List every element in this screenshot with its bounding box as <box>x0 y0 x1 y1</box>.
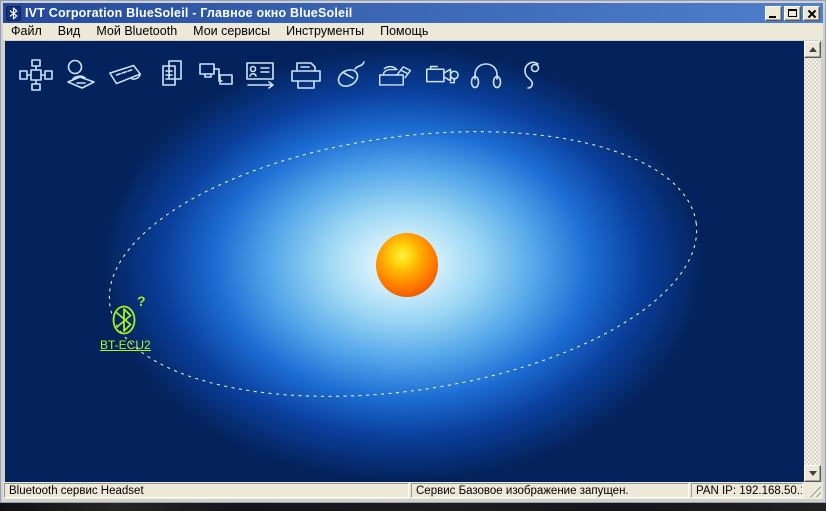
camcorder-icon[interactable] <box>422 56 460 94</box>
main-canvas[interactable]: ? BT-ECU2 <box>5 41 804 482</box>
scroll-down-button[interactable] <box>804 465 821 482</box>
arrow-up-icon <box>809 47 817 52</box>
maximize-icon <box>788 9 797 17</box>
file-transfer-icon[interactable] <box>152 56 190 94</box>
status-service: Bluetooth сервис Headset <box>4 483 409 498</box>
minimize-button[interactable] <box>765 6 782 21</box>
menubar: Файл Вид Мой Bluetooth Мои сервисы Инстр… <box>3 23 823 41</box>
bluetooth-device-icon[interactable] <box>111 302 139 343</box>
desktop-strip <box>0 503 826 511</box>
mouse-icon[interactable] <box>332 56 370 94</box>
headphones-icon[interactable] <box>467 56 505 94</box>
maximize-button[interactable] <box>784 6 801 21</box>
dialup-networking-icon[interactable] <box>62 56 100 94</box>
bluetooth-app-icon <box>6 6 21 21</box>
status-pan-ip: PAN IP: 192.168.50.1 <box>691 483 803 498</box>
headset-icon[interactable] <box>512 56 550 94</box>
my-device-sun[interactable] <box>376 233 438 297</box>
minimize-icon <box>769 16 776 18</box>
fax-icon[interactable] <box>377 56 415 94</box>
vertical-scrollbar[interactable] <box>804 41 821 482</box>
device-label[interactable]: BT-ECU2 <box>100 338 151 352</box>
menu-file[interactable]: Файл <box>3 23 50 40</box>
menu-tools[interactable]: Инструменты <box>278 23 372 40</box>
window-title: IVT Corporation BlueSoleil - Главное окн… <box>25 6 761 20</box>
serial-port-icon[interactable] <box>107 56 145 94</box>
arrow-down-icon <box>809 471 817 476</box>
menu-my-services[interactable]: Мои сервисы <box>185 23 278 40</box>
printer-icon[interactable] <box>287 56 325 94</box>
menu-my-bluetooth[interactable]: Мой Bluetooth <box>88 23 185 40</box>
titlebar[interactable]: IVT Corporation BlueSoleil - Главное окн… <box>3 3 823 23</box>
bluesoleil-window: IVT Corporation BlueSoleil - Главное окн… <box>0 0 826 503</box>
unknown-device-badge: ? <box>137 293 146 309</box>
scroll-up-button[interactable] <box>804 41 821 58</box>
screen: IVT Corporation BlueSoleil - Главное окн… <box>0 0 826 511</box>
menu-help[interactable]: Помощь <box>372 23 436 40</box>
window-controls <box>765 6 820 21</box>
statusbar: Bluetooth сервис Headset Сервис Базовое … <box>3 482 823 499</box>
service-toolbar <box>17 56 550 94</box>
information-sync-icon[interactable] <box>242 56 280 94</box>
resize-grip[interactable] <box>805 483 822 498</box>
status-message: Сервис Базовое изображение запущен. <box>411 483 689 498</box>
close-button[interactable] <box>803 6 820 21</box>
network-hub-icon[interactable] <box>17 56 55 94</box>
menu-view[interactable]: Вид <box>50 23 89 40</box>
network-access-icon[interactable] <box>197 56 235 94</box>
